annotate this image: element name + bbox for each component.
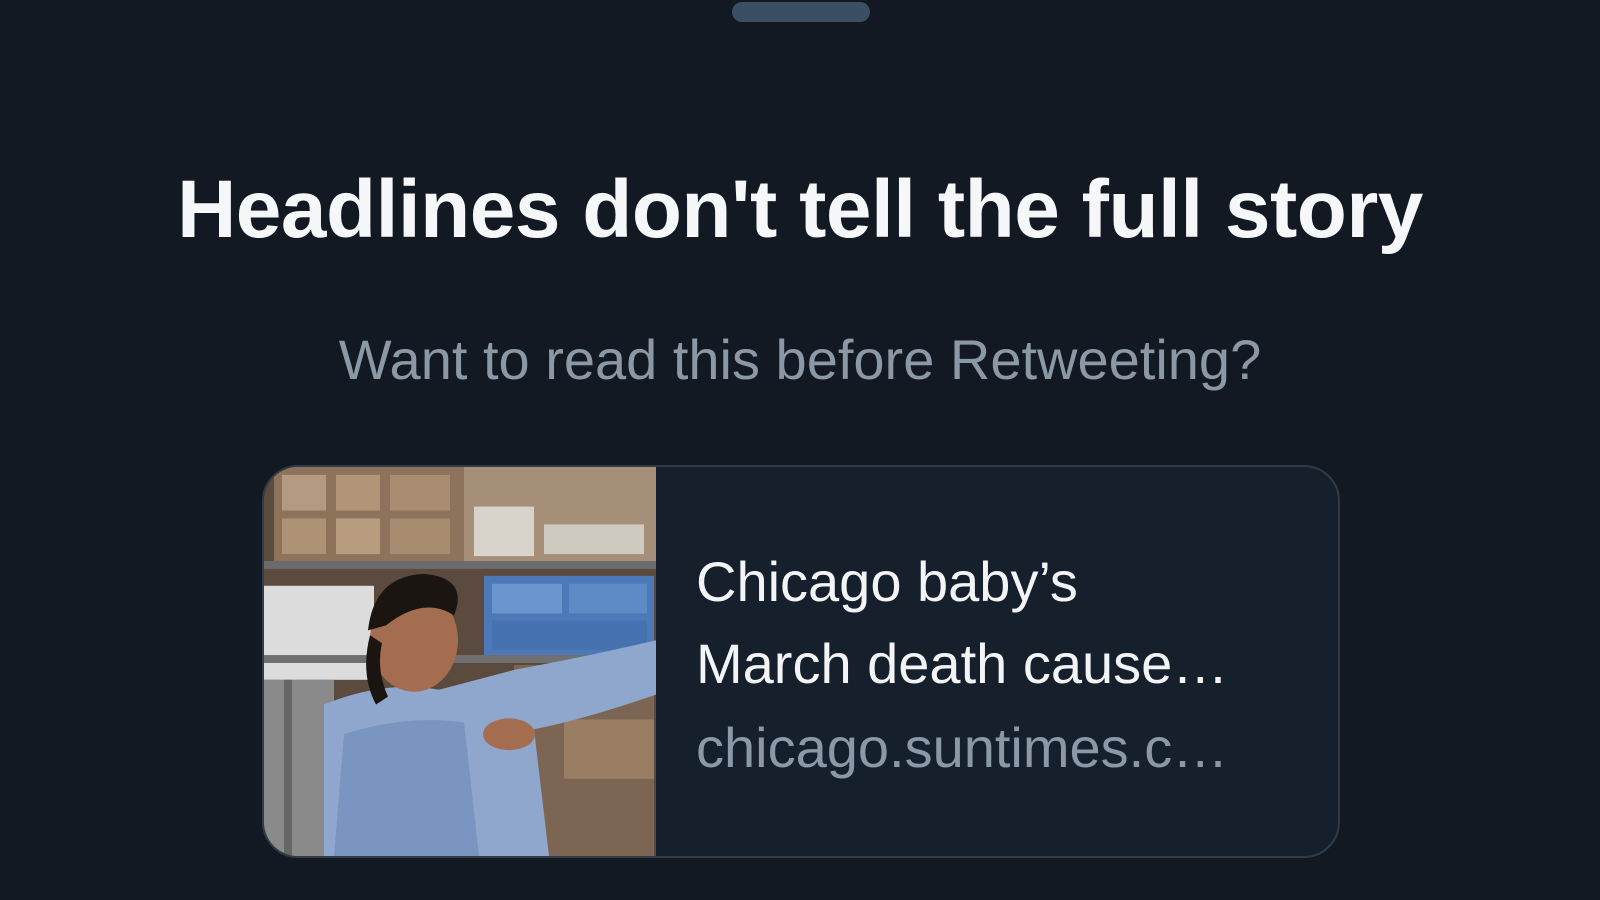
article-title: Chicago baby’s March death cause…: [696, 550, 1229, 695]
article-thumbnail: [264, 467, 656, 856]
article-photo-icon: [264, 467, 656, 856]
prompt-subtitle: Want to read this before Retweeting?: [338, 328, 1262, 391]
article-domain: chicago.suntimes.c…: [696, 716, 1229, 779]
article-card-text: Chicago baby’s March death cause… chicag…: [656, 467, 1338, 856]
prompt-headline: Headlines don't tell the full story: [177, 164, 1423, 255]
article-card[interactable]: Chicago baby’s March death cause… chicag…: [262, 465, 1340, 858]
sheet-grabber-handle[interactable]: [732, 2, 870, 22]
bottom-sheet: Headlines don't tell the full story Want…: [0, 0, 1600, 900]
